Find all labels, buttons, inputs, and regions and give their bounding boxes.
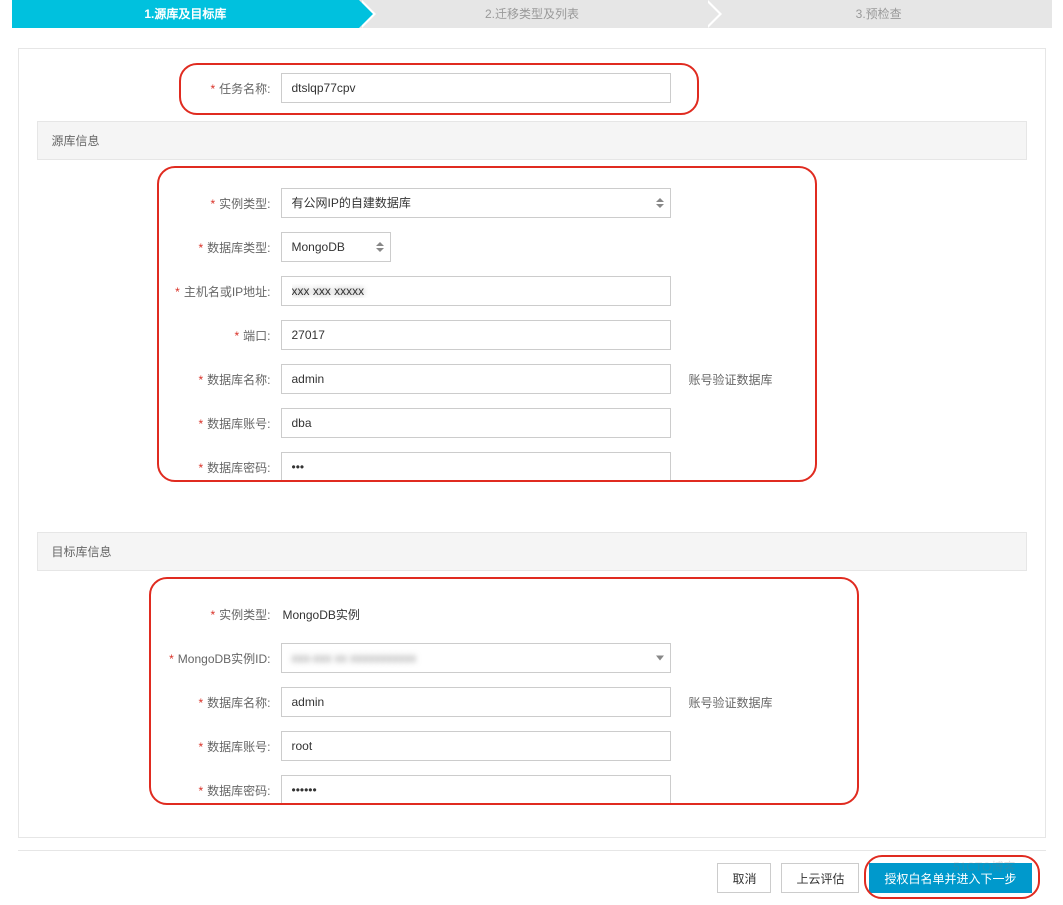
main-panel: * 任务名称: 源库信息 *实例类型: 有公网IP的自建数据库 *数据库类型: M… <box>18 48 1046 838</box>
source-port-input[interactable] <box>281 320 671 350</box>
target-account-input[interactable] <box>281 731 671 761</box>
target-instance-id-label: MongoDB实例ID: <box>178 652 271 666</box>
target-section-header: 目标库信息 <box>37 532 1027 571</box>
target-instance-id-select[interactable]: xxx-xxx xx xxxxxxxxxxx <box>281 643 671 673</box>
target-form: *实例类型: MongoDB实例 *MongoDB实例ID: xxx-xxx x… <box>19 571 1045 837</box>
required-mark: * <box>210 82 215 96</box>
source-port-label: 端口: <box>243 329 270 343</box>
authorize-next-button[interactable]: 授权白名单并进入下一步 <box>869 863 1031 893</box>
source-db-name-hint: 账号验证数据库 <box>689 371 773 388</box>
target-instance-type-label: 实例类型: <box>219 608 270 622</box>
source-db-type-label: 数据库类型: <box>207 241 270 255</box>
source-password-input[interactable] <box>281 452 671 482</box>
source-host-label: 主机名或IP地址: <box>184 285 271 299</box>
step-3: 3.预检查 <box>705 0 1052 28</box>
source-db-type-select[interactable]: MongoDB <box>281 232 391 262</box>
source-section-header: 源库信息 <box>37 121 1027 160</box>
source-account-input[interactable] <box>281 408 671 438</box>
step-bar: 1.源库及目标库 2.迁移类型及列表 3.预检查 <box>12 0 1052 28</box>
target-db-name-label: 数据库名称: <box>207 696 270 710</box>
target-instance-type-value: MongoDB实例 <box>281 606 360 623</box>
step-1[interactable]: 1.源库及目标库 <box>12 0 359 28</box>
target-password-label: 数据库密码: <box>207 784 270 798</box>
caret-down-icon <box>656 656 664 661</box>
target-password-input[interactable] <box>281 775 671 805</box>
target-account-label: 数据库账号: <box>207 740 270 754</box>
source-db-name-input[interactable] <box>281 364 671 394</box>
task-name-label-text: 任务名称: <box>219 82 270 96</box>
target-db-name-input[interactable] <box>281 687 671 717</box>
target-instance-id-value: xxx-xxx xx xxxxxxxxxxx <box>292 651 417 665</box>
task-name-label: * 任务名称: <box>19 80 281 97</box>
source-db-name-label: 数据库名称: <box>207 373 270 387</box>
cloud-evaluate-button[interactable]: 上云评估 <box>781 863 859 893</box>
source-password-label: 数据库密码: <box>207 461 270 475</box>
target-db-name-hint: 账号验证数据库 <box>689 694 773 711</box>
source-instance-type-label: 实例类型: <box>219 197 270 211</box>
source-account-label: 数据库账号: <box>207 417 270 431</box>
chevron-updown-icon <box>656 198 664 208</box>
footer-bar: 取消 上云评估 授权白名单并进入下一步 51CTO博客 <box>18 850 1046 905</box>
source-instance-type-select[interactable]: 有公网IP的自建数据库 <box>281 188 671 218</box>
source-host-input[interactable] <box>281 276 671 306</box>
chevron-updown-icon <box>376 242 384 252</box>
source-form: *实例类型: 有公网IP的自建数据库 *数据库类型: MongoDB *主机名或… <box>19 160 1045 514</box>
source-instance-type-value: 有公网IP的自建数据库 <box>292 196 411 210</box>
cancel-button[interactable]: 取消 <box>717 863 771 893</box>
source-db-type-value: MongoDB <box>292 240 345 254</box>
step-2: 2.迁移类型及列表 <box>359 0 706 28</box>
task-name-input[interactable] <box>281 73 671 103</box>
task-name-row: * 任务名称: <box>19 73 1045 103</box>
